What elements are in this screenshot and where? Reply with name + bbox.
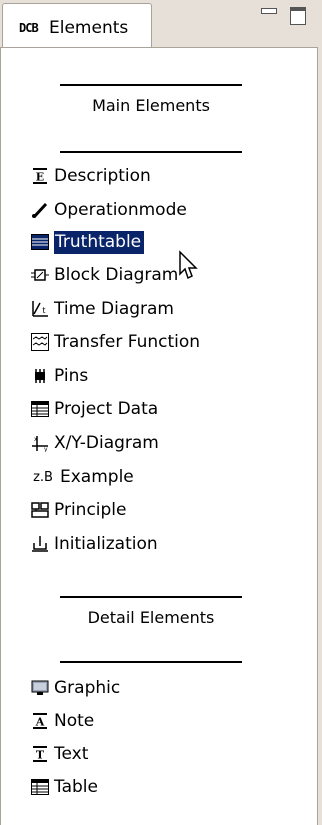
text-icon: T xyxy=(30,744,50,764)
svg-text:T: T xyxy=(36,749,45,762)
item-xy-diagram[interactable]: xy X/Y-Diagram xyxy=(30,430,159,456)
divider-detail xyxy=(60,661,242,663)
svg-text:E: E xyxy=(36,171,44,184)
item-table[interactable]: Table xyxy=(30,774,98,800)
item-label: Description xyxy=(54,166,151,186)
item-label: Pins xyxy=(54,366,89,386)
item-text[interactable]: T Text xyxy=(30,741,88,767)
item-block-diagram[interactable]: Block Diagram xyxy=(30,262,178,288)
item-label: Text xyxy=(54,744,89,764)
transfer-function-icon xyxy=(30,332,50,352)
item-example[interactable]: z.B Example xyxy=(30,464,134,490)
truthtable-icon xyxy=(30,232,50,252)
item-graphic[interactable]: Graphic xyxy=(30,675,120,701)
item-transfer-function[interactable]: Transfer Function xyxy=(30,329,200,355)
table-icon xyxy=(30,777,50,797)
detail-elements-heading: Detail Elements xyxy=(87,608,215,627)
item-description[interactable]: E Description xyxy=(30,163,151,189)
mouse-cursor-icon xyxy=(179,250,198,280)
elements-panel: DCB Elements Main Elements E Description… xyxy=(0,0,322,825)
example-icon: z.B xyxy=(33,469,53,485)
svg-text:y: y xyxy=(44,446,48,452)
item-label: Note xyxy=(54,711,95,731)
xy-diagram-icon: xy xyxy=(30,433,50,453)
item-operationmode[interactable]: Operationmode xyxy=(30,197,187,223)
principle-icon xyxy=(30,500,50,520)
maximize-icon xyxy=(290,7,306,25)
item-truthtable[interactable]: Truthtable xyxy=(30,229,145,255)
item-label: Graphic xyxy=(54,678,121,698)
time-diagram-icon: t xyxy=(30,299,50,319)
item-label: Operationmode xyxy=(54,200,187,220)
item-pins[interactable]: Pins xyxy=(30,363,88,389)
item-label: Transfer Function xyxy=(54,332,201,352)
item-initialization[interactable]: Initialization xyxy=(30,531,158,557)
tab-strip: DCB Elements xyxy=(0,0,322,48)
item-label: Truthtable xyxy=(54,230,145,254)
item-project-data[interactable]: Project Data xyxy=(30,396,158,422)
project-data-icon xyxy=(30,399,50,419)
main-elements-heading: Main Elements xyxy=(92,96,210,115)
initialization-icon xyxy=(30,534,50,554)
item-label: X/Y-Diagram xyxy=(54,433,159,453)
tab-elements[interactable]: DCB Elements xyxy=(2,3,152,47)
item-time-diagram[interactable]: t Time Diagram xyxy=(30,296,174,322)
item-label: Initialization xyxy=(54,534,158,554)
block-diagram-icon xyxy=(30,265,50,285)
dcb-icon: DCB xyxy=(19,21,39,35)
pins-icon xyxy=(30,366,50,386)
svg-text:t: t xyxy=(42,306,45,315)
divider-top xyxy=(60,84,242,86)
item-label: Project Data xyxy=(54,399,159,419)
description-icon: E xyxy=(30,166,50,186)
item-note[interactable]: A Note xyxy=(30,708,94,734)
item-label: Time Diagram xyxy=(54,299,174,319)
minimize-button[interactable] xyxy=(260,6,278,24)
item-label: Principle xyxy=(54,500,127,520)
graphic-icon xyxy=(30,678,50,698)
divider-detail-top xyxy=(60,596,242,598)
svg-text:x: x xyxy=(34,436,38,443)
minimize-icon xyxy=(261,8,277,14)
maximize-button[interactable] xyxy=(290,6,308,25)
item-principle[interactable]: Principle xyxy=(30,497,126,523)
divider-main xyxy=(60,151,242,153)
pen-icon xyxy=(30,200,50,220)
item-label: Example xyxy=(60,467,134,487)
note-icon: A xyxy=(30,711,50,731)
tab-title: Elements xyxy=(49,18,129,38)
item-label: Table xyxy=(54,777,98,797)
svg-text:A: A xyxy=(35,716,45,729)
item-label: Block Diagram xyxy=(54,265,179,285)
